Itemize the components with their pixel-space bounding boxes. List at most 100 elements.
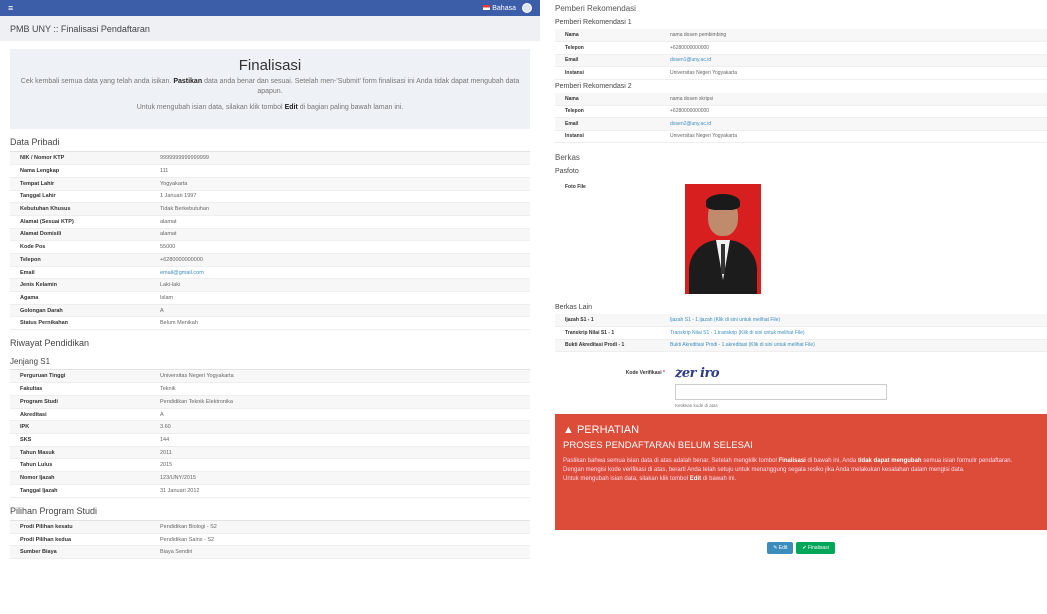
table-row: Telepon +6280000000000 <box>555 105 1047 118</box>
table-row: Perguruan Tinggi Universitas Negeri Yogya… <box>10 370 530 384</box>
table-row: Tahun Masuk 2011 <box>10 446 530 460</box>
table-row: IPK 3.60 <box>10 420 530 435</box>
row-value: 2011 <box>150 446 530 460</box>
row-value: 123/UNY/2015 <box>150 471 530 485</box>
row-value: Teknik <box>150 382 530 396</box>
captcha-help: Ketikkan kode di atas <box>675 403 718 408</box>
page-title: Finalisasi <box>238 57 302 74</box>
section-title-rekomendasi: Pemberi Rekomendasi <box>555 4 636 13</box>
table-row: Telepon +6280000000000 <box>10 253 530 267</box>
table-row: Nama nama dosen skripsi <box>555 92 1047 106</box>
table-row: Prodi Pilihan kesatu Pendidikan Biologi -… <box>10 520 530 534</box>
table-row: Kode Pos 55000 <box>10 240 530 254</box>
table-row: Tanggal Lahir 1 Januari 1997 <box>10 190 530 204</box>
captcha-input[interactable] <box>675 384 887 400</box>
pendidikan-table: Perguruan Tinggi Universitas Negeri Yogya… <box>10 370 530 498</box>
row-label: Tempat Lahir <box>10 177 150 191</box>
row-label: Transkrip Nilai S1 - 1 <box>555 326 660 340</box>
row-value: Universitas Negeri Yogyakarta <box>660 66 1047 80</box>
row-label: Tanggal Lahir <box>10 190 150 204</box>
row-value: nama dosen skripsi <box>660 92 1047 106</box>
row-value: 9999999999999999 <box>150 152 530 166</box>
row-label: Telepon <box>10 253 150 267</box>
row-link[interactable]: Ijazah S1 - 1.ijazah (Klik di sini untuk… <box>660 314 1047 327</box>
row-value: Pendidikan Sains - S2 <box>150 533 530 547</box>
language-label: Bahasa <box>492 4 516 12</box>
row-link[interactable]: dosen1@uny.ac.id <box>660 54 1047 67</box>
top-navbar: ≡ Bahasa <box>0 0 540 16</box>
row-label: Nomor Ijazah <box>10 471 150 485</box>
pilihan-table-wrap: Prodi Pilihan kesatu Pendidikan Biologi -… <box>10 519 530 560</box>
row-link[interactable]: email@gmail.com <box>150 266 530 280</box>
table-row: SKS 144 <box>10 433 530 447</box>
section-title-pribadi: Data Pribadi <box>10 137 60 147</box>
foto-label: Foto File <box>565 184 586 190</box>
row-value: 111 <box>150 164 530 178</box>
row-label: Telepon <box>555 105 660 118</box>
row-value: Islam <box>150 291 530 305</box>
edit-button[interactable]: ✎ Edit <box>767 542 794 554</box>
row-link[interactable]: Bukti Akreditasi Prodi - 1.akreditasi (K… <box>660 339 1047 352</box>
pilihan-table: Prodi Pilihan kesatu Pendidikan Biologi -… <box>10 520 530 560</box>
row-value: A <box>150 304 530 318</box>
language-selector[interactable]: Bahasa <box>483 5 516 12</box>
table-row: Telepon +6280000000000 <box>555 41 1047 55</box>
row-value: 1 Januari 1997 <box>150 190 530 204</box>
row-value: Yogyakarta <box>150 177 530 191</box>
row-label: Perguruan Tinggi <box>10 370 150 384</box>
pribadi-table: NIK / Nomor KTP 9999999999999999 Nama Leng… <box>10 152 530 331</box>
alert-text-2: Dengan mengisi kode verifikasi di atas, … <box>563 467 965 473</box>
row-label: Alamat Domisili <box>10 228 150 242</box>
row-value: +6280000000000 <box>660 105 1047 118</box>
table-row: Jenis Kelamin Laki-laki <box>10 278 530 293</box>
table-row: NIK / Nomor KTP 9999999999999999 <box>10 152 530 166</box>
user-avatar[interactable] <box>522 3 532 13</box>
table-row: Instansi Universitas Negeri Yogyakarta <box>555 130 1047 143</box>
row-value: A <box>150 408 530 422</box>
row-label: Email <box>555 117 660 131</box>
section-title-pilihan: Pilihan Program Studi <box>10 505 98 516</box>
table-row: Alamat (Sesuai KTP) alamat <box>10 215 530 229</box>
row-link[interactable]: dosen2@uny.ac.id <box>660 117 1047 131</box>
breadcrumb: PMB UNY :: Finalisasi Pendaftaran <box>0 16 540 41</box>
row-link[interactable]: Transkrip Nilai S1 - 1.transkrip (Klik d… <box>660 326 1047 340</box>
berkas-lain-title: Berkas Lain <box>555 304 592 311</box>
table-row: Kebutuhan Khusus Tidak Berkebutuhan <box>10 202 530 216</box>
applicant-photo <box>685 184 761 294</box>
action-buttons: ✎ Edit ✔ Finalisasi <box>555 530 1047 554</box>
warning-alert: ▲ PERHATIAN PROSES PENDAFTARAN BELUM SEL… <box>555 414 1047 530</box>
row-label: SKS <box>10 433 150 447</box>
row-value: Tidak Berkebutuhan <box>150 202 530 216</box>
rekomendasi-1-title: Pemberi Rekomendasi 1 <box>555 19 632 26</box>
row-label: Nama <box>555 92 660 106</box>
row-label: Akreditasi <box>10 408 150 422</box>
row-value: Pendidikan Biologi - S2 <box>150 520 530 534</box>
row-label: Tahun Lulus <box>10 458 150 473</box>
table-row: Fakultas Teknik <box>10 382 530 396</box>
row-label: Nama <box>555 29 660 42</box>
finalisasi-button[interactable]: ✔ Finalisasi <box>796 542 835 554</box>
row-value: nama dosen pembimbing <box>660 29 1047 42</box>
row-label: Agama <box>10 291 150 305</box>
photo-row: Foto File <box>555 178 1047 296</box>
table-row: Email dosen2@uny.ac.id <box>555 117 1047 131</box>
intro-text-2: Untuk mengubah isian data, silakan klik … <box>136 104 404 111</box>
table-row: Alamat Domisili alamat <box>10 228 530 242</box>
table-row: Sumber Biaya Biaya Sendiri <box>10 545 530 560</box>
menu-icon[interactable]: ≡ <box>8 3 13 13</box>
table-row: Nomor Ijazah 123/UNY/2015 <box>10 471 530 485</box>
row-label: Tahun Masuk <box>10 446 150 460</box>
row-value: Biaya Sendiri <box>150 545 530 560</box>
row-label: Golongan Darah <box>10 304 150 318</box>
row-label: Bukti Akreditasi Prodi - 1 <box>555 339 660 352</box>
row-label: IPK <box>10 420 150 435</box>
row-label: Nama Lengkap <box>10 164 150 178</box>
table-row: Prodi Pilihan kedua Pendidikan Sains - S2 <box>10 533 530 547</box>
row-value: 31 Januari 2012 <box>150 484 530 498</box>
table-row: Email dosen1@uny.ac.id <box>555 54 1047 67</box>
table-row: Status Pernikahan Belum Menikah <box>10 316 530 331</box>
row-label: Program Studi <box>10 395 150 409</box>
row-value: Pendidikan Teknik Elektronika <box>150 395 530 409</box>
table-row: Email email@gmail.com <box>10 266 530 280</box>
row-label: Prodi Pilihan kedua <box>10 533 150 547</box>
